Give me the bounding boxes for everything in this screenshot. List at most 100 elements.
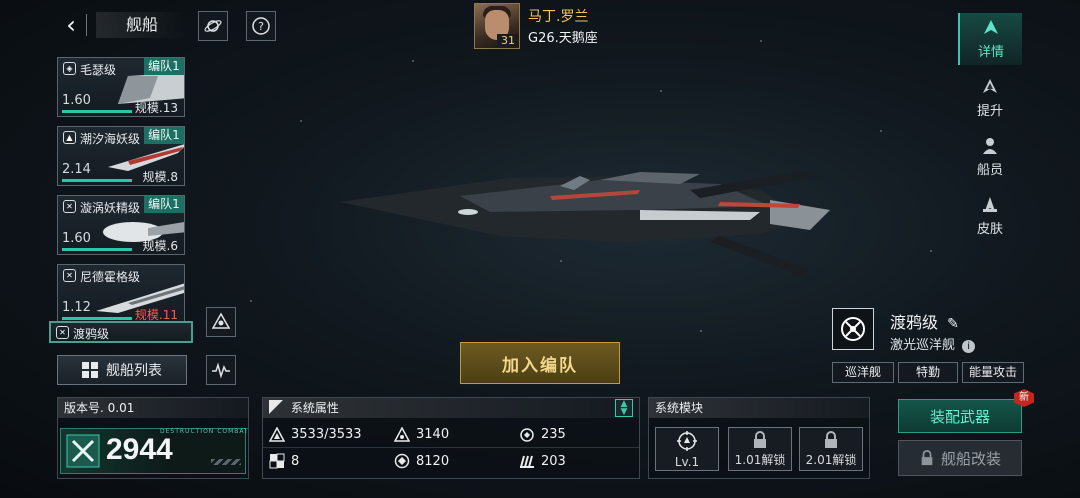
ship-class-name: 渡鸦级	[890, 313, 939, 332]
ship-modify-button[interactable]: 舰船改装	[898, 440, 1022, 476]
attribute-hull: 3533/3533	[263, 422, 388, 448]
lock-icon	[921, 450, 933, 466]
module-label: 1.01解锁	[734, 452, 786, 467]
page-title: 舰船	[96, 12, 188, 38]
attributes-header: 系统属性 ▲ ▼	[263, 398, 639, 418]
attributes-title: 系统属性	[290, 401, 339, 415]
ship-type: 激光巡洋舰 i	[890, 334, 976, 353]
ship-progress-bar	[62, 248, 132, 251]
attribute-shield: 235	[513, 422, 639, 448]
upgrade-icon	[983, 79, 997, 93]
ship-progress-bar	[62, 179, 132, 182]
version-label: 版本号. 0.01	[58, 398, 248, 418]
module-slot-1[interactable]: Lv.1	[655, 427, 719, 471]
cargo-icon	[520, 455, 534, 468]
ship-class-name: 渡鸦级	[73, 327, 110, 341]
crosshair-class-icon: ✕	[63, 269, 76, 282]
ship-tag: 巡洋舰	[832, 362, 894, 383]
commander-level: 31	[497, 34, 519, 48]
back-button[interactable]: ‹	[58, 12, 84, 38]
energy-icon	[394, 453, 410, 469]
shield-class-icon: ◈	[63, 62, 76, 75]
fleet-formation-button[interactable]	[206, 307, 236, 337]
edit-icon[interactable]: ✎	[947, 316, 959, 332]
tab-label: 船员	[976, 163, 1003, 178]
ship-list-label: 舰船列表	[106, 363, 162, 379]
ship-card-4[interactable]: ✕ 尼德霍格级 1.12 规模.11	[57, 264, 185, 324]
ship-class-name: 尼德霍格级	[80, 270, 141, 284]
ship-class-name: 漩涡妖精级	[80, 201, 141, 215]
planet-icon	[204, 20, 222, 32]
planet-button[interactable]	[198, 11, 228, 41]
module-slot-3[interactable]: 2.01解锁	[799, 427, 863, 471]
attribute-value: 8120	[416, 453, 450, 469]
info-icon[interactable]: i	[962, 340, 976, 353]
tab-skin[interactable]: 皮肤	[958, 190, 1022, 242]
fleet-tag: 编队1	[144, 58, 184, 75]
ship-class-name: 潮汐海妖级	[80, 132, 141, 146]
modules-title: 系统模块	[649, 398, 869, 418]
ship-progress-bar	[62, 317, 132, 320]
ship-progress-bar	[62, 110, 132, 113]
ship-card-1[interactable]: ◈ 毛瑟级 编队1 1.60 规模.13	[57, 57, 185, 117]
target-icon	[677, 431, 697, 451]
ship-scale: 规模.13	[134, 101, 178, 115]
ship-rating: 1.60	[62, 231, 91, 246]
shield-icon	[520, 427, 534, 442]
formation-icon	[211, 312, 231, 329]
crew-icon	[983, 138, 997, 154]
module-label: Lv.1	[674, 455, 700, 469]
ship-class-badge	[832, 308, 874, 350]
back-chevron-icon: ‹	[66, 11, 76, 39]
tab-label: 详情	[977, 45, 1004, 60]
ship-rating: 1.12	[62, 300, 91, 315]
attribute-value: 3533/3533	[291, 427, 362, 442]
tab-label: 提升	[976, 104, 1003, 119]
divider	[86, 14, 87, 36]
fleet-tag: 编队1	[144, 196, 184, 213]
attribute-armor: 3140	[388, 422, 513, 448]
svg-text:?: ?	[258, 20, 264, 33]
ship-card-2[interactable]: ▲ 潮汐海妖级 编队1 2.14 规模.8	[57, 126, 185, 186]
power-caption: DESTRUCTION COMBAT	[160, 428, 249, 435]
flame-class-icon: ▲	[63, 131, 76, 144]
tab-details[interactable]: 详情	[958, 13, 1022, 65]
tab-label: 皮肤	[976, 222, 1003, 237]
crosshair-class-icon: ✕	[56, 326, 69, 339]
module-slot-2[interactable]: 1.01解锁	[728, 427, 792, 471]
wave-icon	[212, 362, 230, 379]
lock-icon	[825, 430, 837, 448]
attributes-head-icon	[269, 400, 283, 414]
combat-power-value: 2944	[106, 433, 173, 466]
ship-type-label: 激光巡洋舰	[890, 338, 956, 353]
ship-scale: 规模.6	[142, 239, 178, 253]
fleet-tag: 编队1	[144, 127, 184, 144]
toggle-icon[interactable]: ▲ ▼	[615, 399, 633, 417]
ship-modify-label: 舰船改装	[940, 449, 1001, 468]
help-button[interactable]: ?	[246, 11, 276, 41]
stripe-decoration	[211, 459, 241, 465]
help-icon: ?	[252, 17, 270, 35]
attribute-energy: 8120	[388, 448, 513, 474]
ship-tag: 特勤	[898, 362, 958, 383]
module-label: 2.01解锁	[805, 452, 857, 467]
attribute-value: 235	[541, 427, 566, 442]
ship-class-title: 渡鸦级 ✎	[890, 309, 959, 333]
tab-crew[interactable]: 船员	[958, 131, 1022, 183]
commander-avatar[interactable]: 31	[474, 3, 520, 49]
join-fleet-button[interactable]: 加入编队	[460, 342, 620, 384]
wave-stats-button[interactable]	[206, 355, 236, 385]
ship-rating: 1.60	[62, 93, 91, 108]
crosshair-icon	[841, 317, 865, 341]
commander-system: G26.天鹅座	[528, 31, 598, 46]
equip-weapon-button[interactable]: 装配武器	[898, 399, 1022, 433]
ship-card-5[interactable]: ✕ 渡鸦级	[49, 321, 193, 343]
main-ship-model[interactable]	[340, 150, 860, 290]
ship-card-3[interactable]: ✕ 漩涡妖精级 编队1 1.60 规模.6	[57, 195, 185, 255]
attribute-value: 3140	[416, 427, 450, 442]
ship-list-button[interactable]: 舰船列表	[57, 355, 187, 385]
swords-icon	[66, 434, 100, 468]
ship-class-name: 毛瑟级	[80, 63, 117, 77]
tab-upgrade[interactable]: 提升	[958, 72, 1022, 124]
ship-scale: 规模.8	[142, 170, 178, 184]
